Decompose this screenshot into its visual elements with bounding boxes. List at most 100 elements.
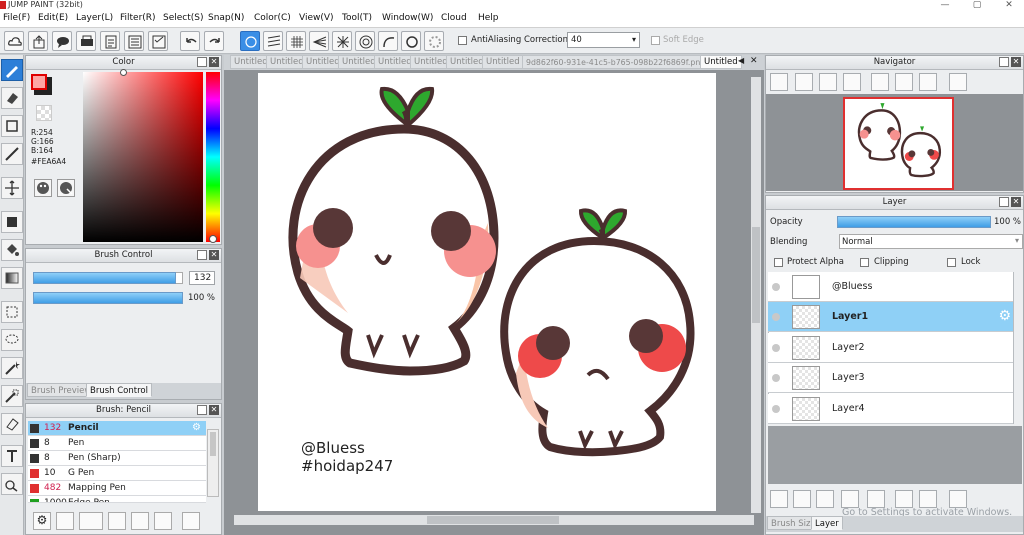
document-list-icon[interactable] [124, 31, 144, 51]
brush-copy-icon[interactable] [108, 512, 126, 530]
brush-duplicate-icon[interactable] [154, 512, 172, 530]
brush-list-item[interactable]: 132 Pencil ⚙ [28, 421, 206, 436]
fit-window-icon[interactable] [819, 73, 837, 91]
menu-color[interactable]: Color(C) [254, 13, 291, 23]
layer-mask-icon[interactable] [841, 490, 859, 508]
brush-folder-icon[interactable] [131, 512, 149, 530]
protect-alpha-checkbox[interactable] [774, 258, 783, 267]
radial-ruler-icon[interactable] [332, 31, 352, 51]
undock-icon[interactable] [999, 57, 1009, 67]
drawing-canvas[interactable]: @Bluess #hoidap247 [258, 73, 716, 511]
new-tone-layer-icon[interactable] [816, 490, 834, 508]
zoom-in-icon[interactable] [770, 73, 788, 91]
hue-slider[interactable] [206, 72, 220, 243]
layer-row[interactable]: Layer1 ⚙ [768, 302, 1013, 333]
navigator-viewport[interactable] [843, 97, 954, 190]
menu-window[interactable]: Window(W) [382, 13, 433, 23]
comment-icon[interactable] [52, 31, 72, 51]
document-tab[interactable]: Untitled [482, 55, 524, 69]
ellipse-ruler-icon[interactable] [401, 31, 421, 51]
print-icon[interactable] [76, 31, 96, 51]
brush-list-item[interactable]: 8 Pen [28, 436, 206, 451]
picker-handle[interactable] [120, 69, 127, 76]
new-brush-icon[interactable] [56, 512, 74, 530]
visibility-eye-icon[interactable] [772, 313, 780, 322]
cloud-icon[interactable] [4, 31, 24, 51]
maximize-icon[interactable]: ▢ [962, 0, 992, 11]
export-icon[interactable] [28, 31, 48, 51]
tab-close-icon[interactable]: ✕ [750, 56, 760, 68]
brush-list-scrollbar[interactable] [207, 429, 219, 497]
lasso-tool-icon[interactable] [1, 329, 23, 351]
pen-tool-icon[interactable] [1, 59, 23, 81]
eraser-tool-icon[interactable] [1, 87, 23, 109]
brush-size-slider[interactable] [33, 272, 183, 284]
bucket-tool-icon[interactable] [1, 239, 23, 261]
close-icon[interactable]: ✕ [1011, 57, 1021, 67]
minimize-icon[interactable]: — [930, 0, 960, 11]
fill-rectangle-tool-icon[interactable] [1, 211, 23, 233]
horizontal-scrollbar[interactable] [234, 515, 754, 525]
layer-row[interactable]: @Bluess [768, 272, 1013, 302]
layer-row[interactable]: Layer4 [768, 393, 1013, 424]
undock-icon[interactable] [999, 197, 1009, 207]
menu-view[interactable]: View(V) [299, 13, 334, 23]
brush-list-item[interactable]: 10 G Pen [28, 466, 206, 481]
brush-list-item[interactable]: 1000 Edge Pen [28, 496, 206, 503]
undo-icon[interactable] [180, 31, 200, 51]
document-tab-active[interactable]: Untitled [700, 55, 742, 69]
layer-row[interactable]: Layer3 [768, 363, 1013, 394]
visibility-eye-icon[interactable] [772, 343, 780, 352]
hue-handle[interactable] [209, 235, 217, 243]
layer-settings-gear-icon[interactable]: ⚙ [998, 308, 1011, 324]
eyedropper-tool-icon[interactable] [1, 473, 23, 495]
layer-opacity-slider[interactable] [837, 216, 991, 228]
tab-brush-control[interactable]: Brush Control [86, 383, 152, 397]
correction-dropdown[interactable]: 40 ▾ [567, 32, 640, 48]
palette-icon[interactable] [34, 179, 52, 197]
vertical-scrollbar[interactable] [751, 77, 761, 513]
menu-cloud[interactable]: Cloud [441, 13, 467, 23]
new-layer-icon[interactable] [770, 490, 788, 508]
brush-opacity-slider[interactable] [33, 292, 183, 304]
redo-icon[interactable] [204, 31, 224, 51]
flip-horizontal-icon[interactable] [949, 73, 967, 91]
close-icon[interactable]: ✕ [209, 250, 219, 260]
menu-select[interactable]: Select(S) [163, 13, 204, 23]
rotate-right-icon[interactable] [919, 73, 937, 91]
merge-layer-icon[interactable] [919, 490, 937, 508]
new-raster-layer-icon[interactable] [793, 490, 811, 508]
undock-icon[interactable] [197, 250, 207, 260]
clipping-checkbox[interactable] [860, 258, 869, 267]
blending-dropdown[interactable]: Normal ▾ [839, 234, 1023, 249]
close-icon[interactable]: ✕ [994, 0, 1024, 11]
ruler-off-icon[interactable] [240, 31, 260, 51]
visibility-eye-icon[interactable] [772, 404, 780, 413]
saturation-value-picker[interactable] [83, 69, 203, 242]
rotate-left-icon[interactable] [871, 73, 889, 91]
close-icon[interactable]: ✕ [1011, 197, 1021, 207]
checklist-icon[interactable] [148, 31, 168, 51]
rectangle-tool-icon[interactable] [1, 115, 23, 137]
soft-edge-checkbox[interactable] [651, 36, 660, 45]
document-icon[interactable] [100, 31, 120, 51]
rotate-reset-icon[interactable] [895, 73, 913, 91]
trash-icon[interactable] [949, 490, 967, 508]
close-icon[interactable]: ✕ [209, 405, 219, 415]
menu-layer[interactable]: Layer(L) [76, 13, 113, 23]
zoom-out-icon[interactable] [843, 73, 861, 91]
transparent-color-swatch[interactable] [36, 105, 52, 121]
gear-icon[interactable]: ⚙ [192, 421, 201, 435]
foreground-color-swatch[interactable] [31, 74, 47, 90]
undock-icon[interactable] [197, 57, 207, 67]
rect-select-tool-icon[interactable] [1, 301, 23, 323]
brush-menu-icon[interactable] [79, 512, 103, 530]
move-tool-icon[interactable] [1, 177, 23, 199]
layer-row[interactable]: Layer2 [768, 332, 1013, 363]
document-tab[interactable]: 9d862f60-931e-41c5-b765-098b22f6869f.png [522, 55, 710, 69]
menu-snap[interactable]: Snap(N) [208, 13, 244, 23]
menu-edit[interactable]: Edit(E) [38, 13, 68, 23]
brush-settings-icon[interactable]: ⚙ [33, 512, 51, 530]
brush-list-item[interactable]: 8 Pen (Sharp) [28, 451, 206, 466]
perspective-ruler-icon[interactable] [309, 31, 329, 51]
